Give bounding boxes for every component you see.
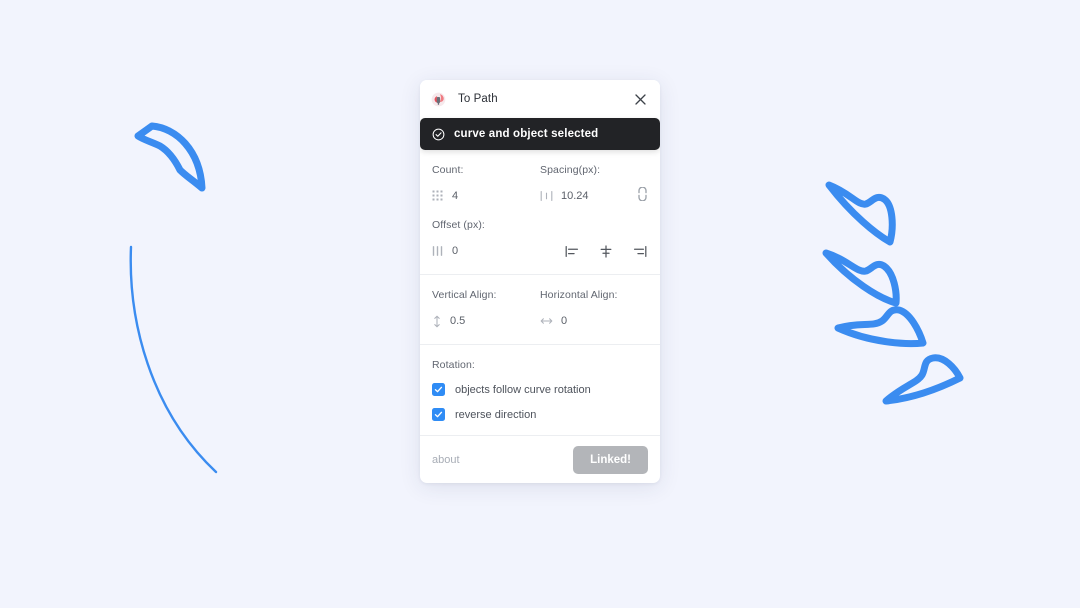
offset-controls: 0 — [432, 242, 648, 260]
curve-path — [129, 245, 218, 474]
panel-title: To Path — [458, 93, 498, 105]
offset-value[interactable]: 0 — [452, 245, 458, 257]
linked-action-button[interactable]: Linked! — [573, 445, 648, 474]
align-controls: 0.5 0 — [432, 312, 648, 330]
rotation-label: Rotation: — [432, 359, 475, 371]
vertical-bars-icon — [432, 245, 444, 257]
spacing-label: Spacing(px): — [540, 164, 601, 176]
count-field[interactable]: 4 — [432, 187, 540, 205]
distributed-leaf-4 — [882, 354, 964, 405]
about-link[interactable]: about — [432, 454, 460, 466]
offset-label: Offset (px): — [432, 219, 485, 231]
count-spacing-controls: 4 10.24 — [432, 185, 648, 206]
status-toast: curve and object selected — [420, 118, 660, 150]
distributed-leaf-1 — [825, 181, 896, 246]
count-spacing-labels: Count: Spacing(px): — [432, 164, 648, 187]
source-leaf-shape — [134, 122, 206, 192]
reverse-direction-checkbox[interactable] — [432, 408, 445, 421]
follow-rotation-label: objects follow curve rotation — [455, 383, 591, 396]
grid-dots-icon — [432, 190, 444, 202]
panel-titlebar: To Path — [420, 80, 660, 118]
align-end-button[interactable] — [632, 243, 648, 259]
align-start-button[interactable] — [564, 243, 580, 259]
spacing-field[interactable]: 10.24 — [540, 185, 648, 206]
spacing-icon — [540, 190, 553, 202]
broken-link-icon[interactable] — [637, 185, 648, 206]
rotation-section: Rotation: objects follow curve rotation … — [420, 345, 660, 435]
row-spacer — [432, 205, 648, 219]
count-label: Count: — [432, 164, 464, 176]
follow-rotation-checkbox[interactable] — [432, 383, 445, 396]
vertical-align-field[interactable]: 0.5 — [432, 312, 540, 330]
horizontal-align-value[interactable]: 0 — [561, 315, 567, 327]
arrows-horizontal-icon — [540, 316, 553, 326]
count-value[interactable]: 4 — [452, 190, 458, 202]
arrows-vertical-icon — [432, 315, 442, 328]
plugin-logo-icon — [431, 92, 446, 106]
vertical-align-label: Vertical Align: — [432, 289, 497, 301]
follow-rotation-row[interactable]: objects follow curve rotation — [432, 383, 648, 396]
distributed-leaf-2 — [822, 249, 900, 307]
toast-message: curve and object selected — [454, 128, 599, 140]
align-labels: Vertical Align: Horizontal Align: — [432, 289, 648, 312]
offset-field[interactable]: 0 — [432, 242, 458, 260]
distributed-leaves — [822, 181, 964, 405]
close-icon[interactable] — [630, 89, 650, 109]
horizontal-align-label: Horizontal Align: — [540, 289, 618, 301]
to-path-plugin-panel: To Path curve and object selected Count: — [420, 80, 660, 483]
vertical-align-value[interactable]: 0.5 — [450, 315, 465, 327]
toast-container: curve and object selected — [420, 118, 660, 150]
check-circle-icon — [432, 128, 445, 141]
distributed-leaf-3 — [834, 306, 927, 348]
reverse-direction-row[interactable]: reverse direction — [432, 408, 648, 421]
distribution-section: Count: Spacing(px): 4 10.24 Offset (px):… — [420, 150, 660, 275]
align-center-button[interactable] — [598, 243, 614, 259]
panel-footer: about Linked! — [420, 435, 660, 483]
spacing-value[interactable]: 10.24 — [561, 190, 589, 202]
reverse-direction-label: reverse direction — [455, 408, 537, 421]
align-button-group — [564, 243, 648, 259]
align-section: Vertical Align: Horizontal Align: 0.5 0 — [420, 275, 660, 345]
horizontal-align-field[interactable]: 0 — [540, 312, 648, 330]
